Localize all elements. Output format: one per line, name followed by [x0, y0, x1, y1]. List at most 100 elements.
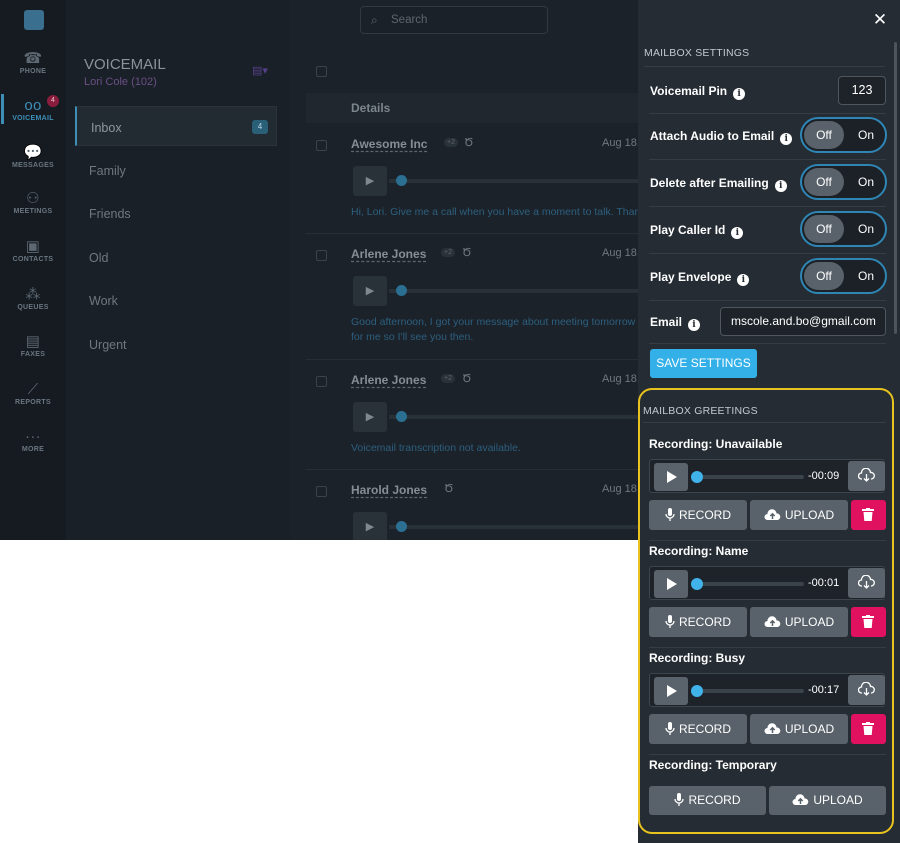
- nav-meetings[interactable]: ⚇ MEETINGS: [0, 190, 66, 215]
- audio-player[interactable]: ▶: [353, 276, 639, 306]
- toggle-on-option[interactable]: On: [848, 215, 884, 243]
- upload-button[interactable]: UPLOAD: [769, 786, 886, 815]
- info-icon[interactable]: i: [780, 133, 793, 145]
- progress-handle[interactable]: [396, 175, 407, 186]
- nav-queues[interactable]: ⁂ QUEUES: [0, 286, 66, 311]
- play-button[interactable]: [654, 463, 688, 491]
- search-input[interactable]: ⌕ Search: [360, 6, 548, 34]
- toggle-off-option[interactable]: Off: [804, 215, 844, 243]
- email-field[interactable]: mscole.and.bo@gmail.com: [720, 307, 886, 336]
- toggle-on-option[interactable]: On: [848, 168, 884, 196]
- delete-button[interactable]: [851, 607, 886, 637]
- nav-contacts[interactable]: ▣ CONTACTS: [0, 238, 66, 263]
- progress-handle[interactable]: [691, 685, 703, 697]
- audio-player[interactable]: ▶: [353, 512, 639, 540]
- folder-family[interactable]: Family: [75, 150, 277, 190]
- upload-button[interactable]: UPLOAD: [750, 714, 848, 744]
- progress-track[interactable]: [694, 582, 804, 586]
- list-item[interactable]: Arlene Jones +2 Ծ Aug 18, ▶ Good afterno…: [306, 234, 640, 360]
- row-checkbox[interactable]: [316, 376, 327, 387]
- caller-name[interactable]: Harold Jones: [351, 483, 427, 497]
- voicemail-pin-input[interactable]: 123: [838, 76, 886, 105]
- play-button[interactable]: [654, 570, 688, 598]
- record-button[interactable]: RECORD: [649, 714, 747, 744]
- toggle-off-option[interactable]: Off: [804, 168, 844, 196]
- mailbox-menu-icon[interactable]: ▤▾: [252, 64, 268, 77]
- play-button[interactable]: [654, 677, 688, 705]
- caller-name[interactable]: Arlene Jones: [351, 247, 426, 261]
- nav-phone[interactable]: ☎ PHONE: [0, 50, 66, 75]
- download-button[interactable]: [848, 568, 885, 598]
- record-button[interactable]: RECORD: [649, 607, 747, 637]
- list-item[interactable]: Harold Jones Ծ Aug 18, ▶: [306, 470, 640, 540]
- info-icon[interactable]: i: [731, 227, 744, 239]
- folder-work[interactable]: Work: [75, 280, 277, 320]
- progress-handle[interactable]: [691, 578, 703, 590]
- nav-more[interactable]: ··· MORE: [0, 428, 66, 453]
- folder-old[interactable]: Old: [75, 237, 277, 277]
- audio-player[interactable]: ▶: [353, 402, 639, 432]
- cloud-download-icon: [858, 468, 875, 482]
- info-icon[interactable]: i: [688, 319, 701, 331]
- progress-handle[interactable]: [691, 471, 703, 483]
- play-icon[interactable]: ▶: [353, 512, 387, 540]
- progress-track[interactable]: [389, 289, 639, 293]
- folder-friends[interactable]: Friends: [75, 193, 277, 233]
- toggle-on-option[interactable]: On: [848, 121, 884, 149]
- delete-button[interactable]: [851, 714, 886, 744]
- save-settings-button[interactable]: SAVE SETTINGS: [650, 349, 757, 378]
- play-icon[interactable]: ▶: [353, 166, 387, 196]
- play-icon[interactable]: ▶: [353, 276, 387, 306]
- caller-name[interactable]: Awesome Inc: [351, 137, 427, 151]
- download-button[interactable]: [848, 461, 885, 491]
- info-icon[interactable]: i: [733, 88, 746, 100]
- transcript-text: Hi, Lori. Give me a call when you have a…: [351, 206, 646, 218]
- progress-track[interactable]: [389, 525, 639, 529]
- attach-audio-toggle[interactable]: Off On: [800, 117, 887, 153]
- close-icon[interactable]: ✕: [870, 10, 890, 30]
- audio-player[interactable]: ▶: [353, 166, 639, 196]
- cloud-upload-icon: [764, 616, 781, 627]
- upload-button[interactable]: UPLOAD: [750, 607, 848, 637]
- folder-count: 4: [252, 120, 268, 134]
- progress-track[interactable]: [694, 475, 804, 479]
- folder-urgent[interactable]: Urgent: [75, 324, 277, 364]
- delete-button[interactable]: [851, 500, 886, 530]
- progress-handle[interactable]: [396, 411, 407, 422]
- play-icon[interactable]: ▶: [353, 402, 387, 432]
- caller-name[interactable]: Arlene Jones: [351, 373, 426, 387]
- progress-handle[interactable]: [396, 521, 407, 532]
- recording-title-busy: Recording: Busy: [649, 651, 746, 665]
- download-button[interactable]: [848, 675, 885, 705]
- record-button[interactable]: RECORD: [649, 786, 766, 815]
- row-checkbox[interactable]: [316, 486, 327, 497]
- list-item[interactable]: Arlene Jones +2 Ծ Aug 18, ▶ Voicemail tr…: [306, 360, 640, 470]
- recording-title-unavailable: Recording: Unavailable: [649, 437, 783, 451]
- row-checkbox[interactable]: [316, 250, 327, 261]
- label-text: Attach Audio to Email: [650, 129, 775, 143]
- panel-scrollbar[interactable]: [894, 42, 897, 334]
- nav-faxes[interactable]: ▤ FAXES: [0, 333, 66, 358]
- list-item[interactable]: Awesome Inc +2 Ծ Aug 18, ▶ Hi, Lori. Giv…: [306, 124, 646, 234]
- toggle-off-option[interactable]: Off: [804, 121, 844, 149]
- info-icon[interactable]: i: [737, 274, 750, 286]
- progress-track[interactable]: [389, 179, 639, 183]
- play-caller-id-toggle[interactable]: Off On: [800, 211, 887, 247]
- upload-button[interactable]: UPLOAD: [750, 500, 848, 530]
- progress-handle[interactable]: [396, 285, 407, 296]
- record-button[interactable]: RECORD: [649, 500, 747, 530]
- delete-after-emailing-toggle[interactable]: Off On: [800, 164, 887, 200]
- row-checkbox[interactable]: [316, 140, 327, 151]
- toggle-off-option[interactable]: Off: [804, 262, 844, 290]
- info-icon[interactable]: i: [774, 180, 787, 192]
- nav-messages[interactable]: 💬 MESSAGES: [0, 144, 66, 169]
- details-header: Details: [306, 93, 638, 123]
- select-all-checkbox[interactable]: [316, 66, 327, 77]
- progress-track[interactable]: [389, 415, 639, 419]
- nav-reports[interactable]: ⟋ REPORTS: [0, 381, 66, 406]
- play-envelope-toggle[interactable]: Off On: [800, 258, 887, 294]
- time-remaining: -00:17: [808, 684, 840, 696]
- progress-track[interactable]: [694, 689, 804, 693]
- folder-inbox[interactable]: Inbox 4: [75, 106, 277, 146]
- toggle-on-option[interactable]: On: [848, 262, 884, 290]
